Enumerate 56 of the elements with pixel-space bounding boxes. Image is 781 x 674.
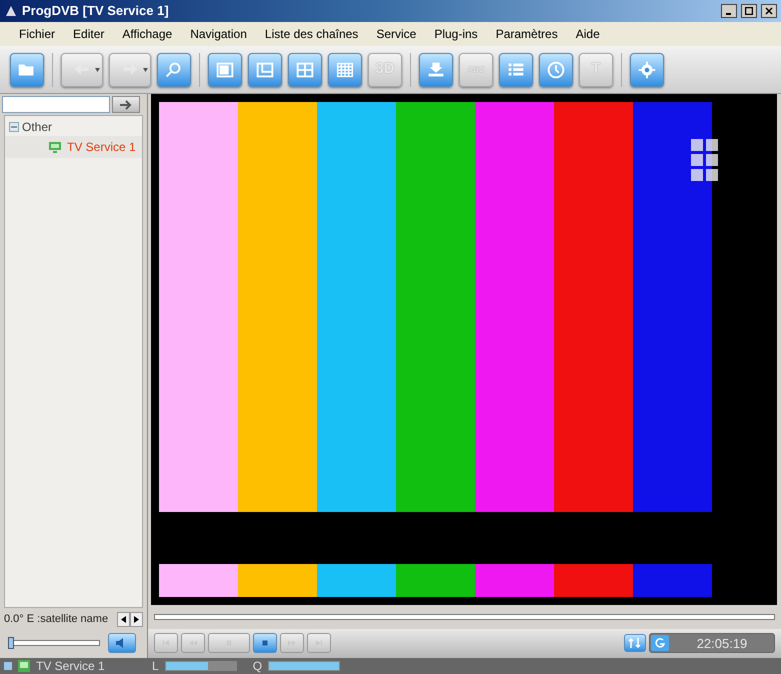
menu-item[interactable]: Fichier [10, 25, 64, 43]
download-button[interactable] [419, 52, 453, 86]
caret-icon [95, 68, 100, 72]
menu-item[interactable]: Aide [566, 25, 609, 43]
menu-item[interactable]: Navigation [181, 25, 256, 43]
menu-item[interactable]: Editer [64, 25, 114, 43]
rewind-button[interactable] [181, 633, 205, 654]
quality-label: Q [252, 658, 262, 674]
seek-bar[interactable] [154, 614, 775, 620]
window-title: ProgDVB [TV Service 1] [22, 2, 169, 20]
tv-icon [18, 660, 30, 672]
arrows-icon [628, 638, 642, 648]
maximize-button[interactable] [741, 4, 757, 18]
grid16-button[interactable] [328, 52, 362, 86]
ffwd-button[interactable] [280, 633, 304, 654]
scroll-right-button[interactable] [130, 612, 143, 626]
list-button[interactable] [499, 52, 533, 86]
collapse-icon[interactable] [9, 122, 19, 132]
tree-group-label[interactable]: Other [22, 118, 52, 136]
corner-button[interactable] [248, 52, 282, 86]
left-triangle-icon [121, 616, 126, 622]
search-button[interactable] [157, 52, 191, 86]
stop-button[interactable] [253, 633, 277, 654]
settings-button[interactable] [630, 52, 664, 86]
mute-button[interactable] [108, 633, 136, 653]
right-triangle-icon [134, 616, 139, 622]
status-channel: TV Service 1 [36, 658, 106, 674]
satellite-label: 0.0° E :satellite name [4, 612, 110, 627]
slider-thumb[interactable] [8, 637, 14, 649]
close-icon [765, 7, 773, 15]
volume-slider[interactable] [8, 637, 100, 649]
caret-icon [143, 68, 148, 72]
maximize-icon [745, 7, 753, 15]
app-icon [4, 4, 18, 18]
menu-item[interactable]: Paramètres [486, 25, 567, 43]
window-button[interactable] [208, 52, 242, 86]
folder-button[interactable] [10, 52, 44, 86]
minimize-button[interactable] [721, 4, 737, 18]
scroll-left-button[interactable] [117, 612, 130, 626]
tv-icon [49, 142, 61, 152]
grid4-button[interactable] [288, 52, 322, 86]
pause-button[interactable] [208, 633, 250, 654]
menu-item[interactable]: Liste des chaînes [256, 25, 368, 43]
menu-item[interactable]: Service [367, 25, 426, 43]
right-arrow-icon [119, 100, 133, 110]
go-button[interactable] [112, 96, 140, 113]
signal-label: L [152, 658, 159, 674]
search-field[interactable] [2, 96, 110, 113]
prev-button[interactable] [154, 633, 178, 654]
square-icon [4, 662, 12, 670]
menu-item[interactable]: Plug-ins [425, 25, 487, 43]
next-button[interactable] [307, 633, 331, 654]
clock-button[interactable] [539, 52, 573, 86]
close-button[interactable] [761, 4, 777, 18]
menu-item[interactable]: Affichage [113, 25, 182, 43]
clock-time: 22:05:19 [696, 634, 748, 653]
